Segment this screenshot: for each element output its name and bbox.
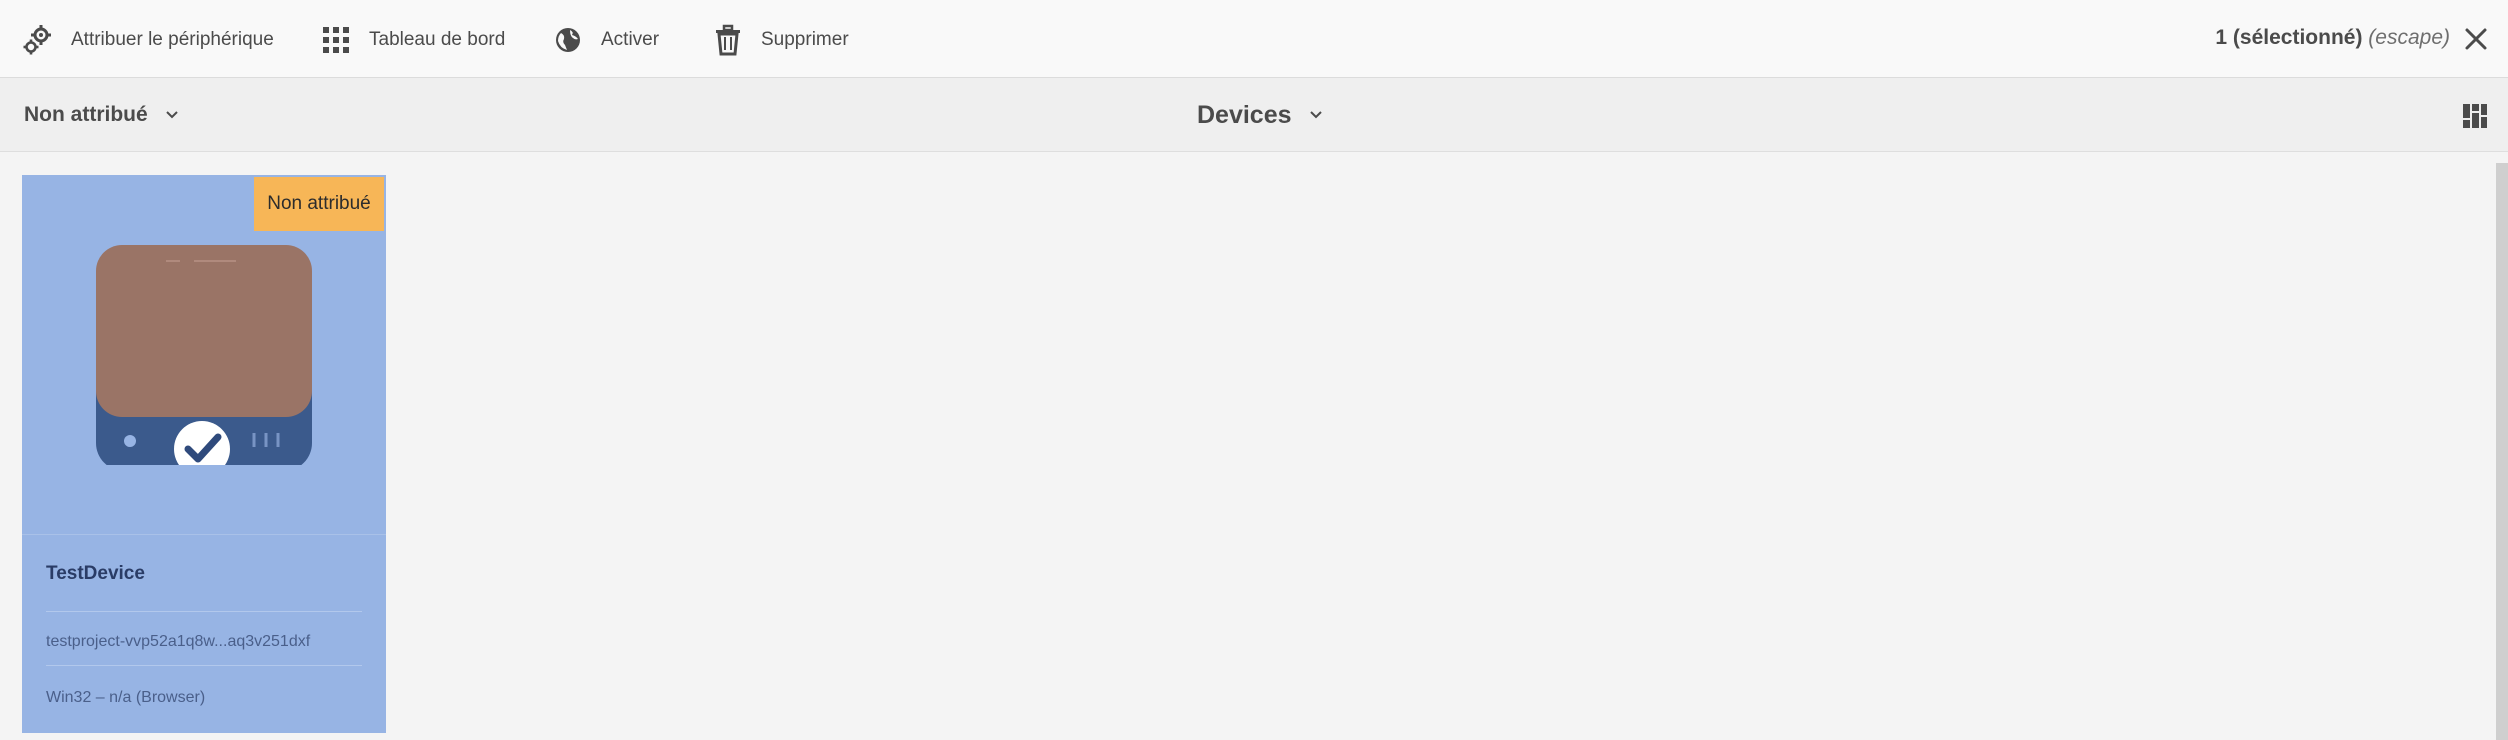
divider bbox=[46, 611, 362, 612]
card-title: TestDevice bbox=[46, 563, 145, 584]
status-badge: Non attribué bbox=[254, 177, 384, 231]
card-platform: Win32 – n/a (Browser) bbox=[46, 689, 206, 706]
chevron-down-icon bbox=[165, 111, 178, 119]
scrollbar[interactable] bbox=[2496, 163, 2508, 740]
page-title-dropdown[interactable]: Devices bbox=[1197, 98, 1324, 132]
card-project: testproject-vvp52a1q8w...aq3v251dxf bbox=[46, 633, 311, 650]
dashboard-button[interactable]: Tableau de bord bbox=[320, 20, 505, 60]
filter-dropdown[interactable]: Non attribué bbox=[24, 100, 180, 130]
delete-button[interactable]: Supprimer bbox=[712, 20, 849, 60]
trash-icon bbox=[716, 24, 740, 56]
card-view-icon[interactable] bbox=[2462, 103, 2488, 129]
grid-icon bbox=[323, 27, 349, 53]
filter-label: Non attribué bbox=[24, 103, 148, 126]
device-card[interactable]: Non attribué TestDevice testproject-vvp5… bbox=[22, 175, 386, 733]
delete-label: Supprimer bbox=[761, 29, 849, 50]
assign-device-label: Attribuer le périphérique bbox=[71, 29, 274, 50]
escape-hint: (escape) bbox=[2368, 26, 2450, 49]
divider bbox=[46, 665, 362, 666]
selection-count: 1 (sélectionné) bbox=[2215, 26, 2363, 49]
chevron-down-icon bbox=[1309, 111, 1322, 119]
dashboard-label: Tableau de bord bbox=[369, 29, 506, 50]
activate-label: Activer bbox=[601, 29, 660, 50]
gears-icon bbox=[23, 25, 51, 55]
selection-info: 1 (sélectionné) (escape) bbox=[2215, 26, 2450, 50]
assign-device-button[interactable]: Attribuer le périphérique bbox=[22, 20, 274, 60]
globe-icon bbox=[556, 28, 580, 52]
page-title: Devices bbox=[1197, 100, 1292, 129]
title-bar: Non attribué Devices bbox=[0, 78, 2508, 152]
action-bar: Attribuer le périphérique Tableau de bor… bbox=[0, 0, 2508, 78]
activate-button[interactable]: Activer bbox=[552, 20, 659, 60]
card-thumbnail: Non attribué bbox=[22, 175, 386, 535]
device-icon bbox=[96, 245, 312, 465]
close-icon[interactable] bbox=[2464, 27, 2488, 51]
card-grid: Non attribué TestDevice testproject-vvp5… bbox=[0, 153, 2508, 740]
